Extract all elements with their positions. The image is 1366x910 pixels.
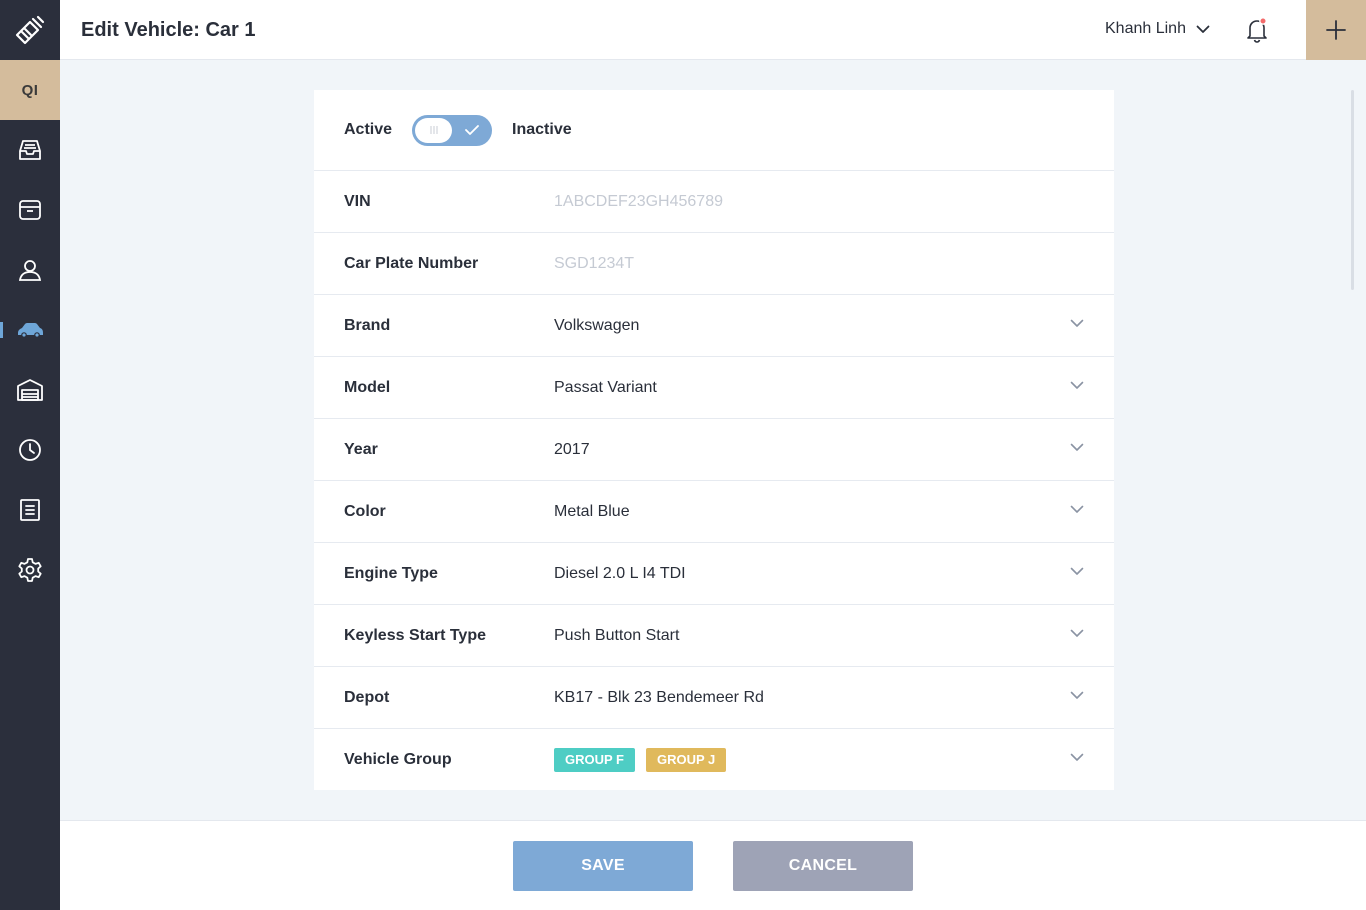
user-icon: [18, 260, 42, 281]
field-label: Vehicle Group: [344, 751, 452, 768]
notifications-button[interactable]: [1243, 16, 1271, 44]
car-plate-field[interactable]: Car Plate Number SGD1234T: [314, 233, 1114, 295]
field-label: Year: [344, 440, 378, 458]
inactive-label: Inactive: [512, 121, 572, 138]
clock-icon: [19, 439, 41, 461]
active-label: Active: [344, 121, 393, 138]
bell-icon: [1247, 17, 1267, 43]
chevron-down-icon: [1070, 753, 1084, 761]
sidebar-item-settings[interactable]: [0, 540, 60, 600]
sidebar: QI: [0, 0, 60, 910]
garage-icon: [17, 379, 43, 401]
group-tag[interactable]: GROUP J: [646, 748, 727, 772]
group-tag[interactable]: GROUP F: [554, 748, 635, 772]
check-icon: [465, 124, 479, 135]
sidebar-item-inbox[interactable]: [0, 120, 60, 180]
browser-window-icon: [19, 200, 41, 220]
vin-field[interactable]: VIN 1ABCDEF23GH456789: [314, 171, 1114, 233]
org-switcher[interactable]: QI: [0, 60, 60, 120]
save-button[interactable]: SAVE: [513, 841, 693, 891]
field-label: Model: [344, 378, 391, 396]
chevron-down-icon: [1070, 381, 1084, 389]
color-select[interactable]: Color Metal Blue: [314, 481, 1114, 543]
user-name: Khanh Linh: [1105, 20, 1186, 37]
app-logo[interactable]: [0, 0, 60, 60]
vehicle-group-tags: GROUP F GROUP J: [554, 748, 727, 772]
keyless-start-value: Push Button Start: [554, 626, 680, 644]
chevron-down-icon: [1070, 443, 1084, 451]
car-icon: [18, 323, 43, 338]
gear-icon: [18, 558, 42, 582]
status-row: Active Inactive: [314, 90, 1114, 171]
sidebar-item-history[interactable]: [0, 420, 60, 480]
top-bar: Edit Vehicle: Car 1 Khanh Linh: [60, 0, 1366, 60]
org-initials: QI: [21, 81, 39, 99]
field-label: Brand: [344, 316, 391, 334]
model-select[interactable]: Model Passat Variant: [314, 357, 1114, 419]
chevron-down-icon: [1196, 25, 1210, 33]
year-value: 2017: [554, 440, 590, 458]
document-icon: [20, 499, 40, 521]
brand-value: Volkswagen: [554, 316, 640, 334]
year-select[interactable]: Year 2017: [314, 419, 1114, 481]
field-label: Engine Type: [344, 564, 438, 582]
engine-type-value: Diesel 2.0 L I4 TDI: [554, 564, 686, 582]
vehicle-group-select[interactable]: Vehicle Group GROUP F GROUP J: [314, 729, 1114, 791]
toggle-knob: [415, 117, 453, 143]
field-label: Car Plate Number: [344, 254, 479, 272]
inbox-icon: [19, 140, 41, 160]
field-label: Color: [344, 502, 386, 520]
engine-type-select[interactable]: Engine Type Diesel 2.0 L I4 TDI: [314, 543, 1114, 605]
field-label: Depot: [344, 688, 390, 706]
form-actions: SAVE CANCEL: [60, 820, 1366, 910]
chevron-down-icon: [1070, 505, 1084, 513]
sidebar-item-garage[interactable]: [0, 360, 60, 420]
sidebar-item-browser[interactable]: [0, 180, 60, 240]
vin-input[interactable]: 1ABCDEF23GH456789: [554, 193, 723, 211]
user-menu[interactable]: Khanh Linh: [1105, 20, 1210, 38]
chevron-down-icon: [1070, 691, 1084, 699]
cancel-button[interactable]: CANCEL: [733, 841, 913, 891]
model-value: Passat Variant: [554, 378, 657, 396]
sidebar-item-vehicles[interactable]: [0, 300, 60, 360]
brand-select[interactable]: Brand Volkswagen: [314, 295, 1114, 357]
scrollbar[interactable]: [1351, 90, 1354, 290]
keyless-start-select[interactable]: Keyless Start Type Push Button Start: [314, 605, 1114, 667]
chevron-down-icon: [1070, 567, 1084, 575]
chevron-down-icon: [1070, 319, 1084, 327]
sidebar-item-users[interactable]: [0, 240, 60, 300]
field-label: VIN: [344, 192, 371, 210]
sidebar-item-reports[interactable]: [0, 480, 60, 540]
chevron-down-icon: [1070, 629, 1084, 637]
status-toggle[interactable]: [412, 114, 493, 146]
color-value: Metal Blue: [554, 502, 630, 520]
depot-select[interactable]: Depot KB17 - Blk 23 Bendemeer Rd: [314, 667, 1114, 729]
add-button[interactable]: [1306, 0, 1366, 60]
car-plate-input[interactable]: SGD1234T: [554, 255, 634, 273]
grip-icon: [430, 126, 438, 134]
plus-icon: [1326, 20, 1346, 40]
brush-logo-icon: [15, 15, 45, 45]
depot-value: KB17 - Blk 23 Bendemeer Rd: [554, 688, 764, 706]
page-title: Edit Vehicle: Car 1: [81, 19, 256, 41]
vehicle-form-card: Active Inactive VIN 1ABCDEF23GH456789 Ca…: [314, 90, 1114, 790]
field-label: Keyless Start Type: [344, 626, 486, 644]
